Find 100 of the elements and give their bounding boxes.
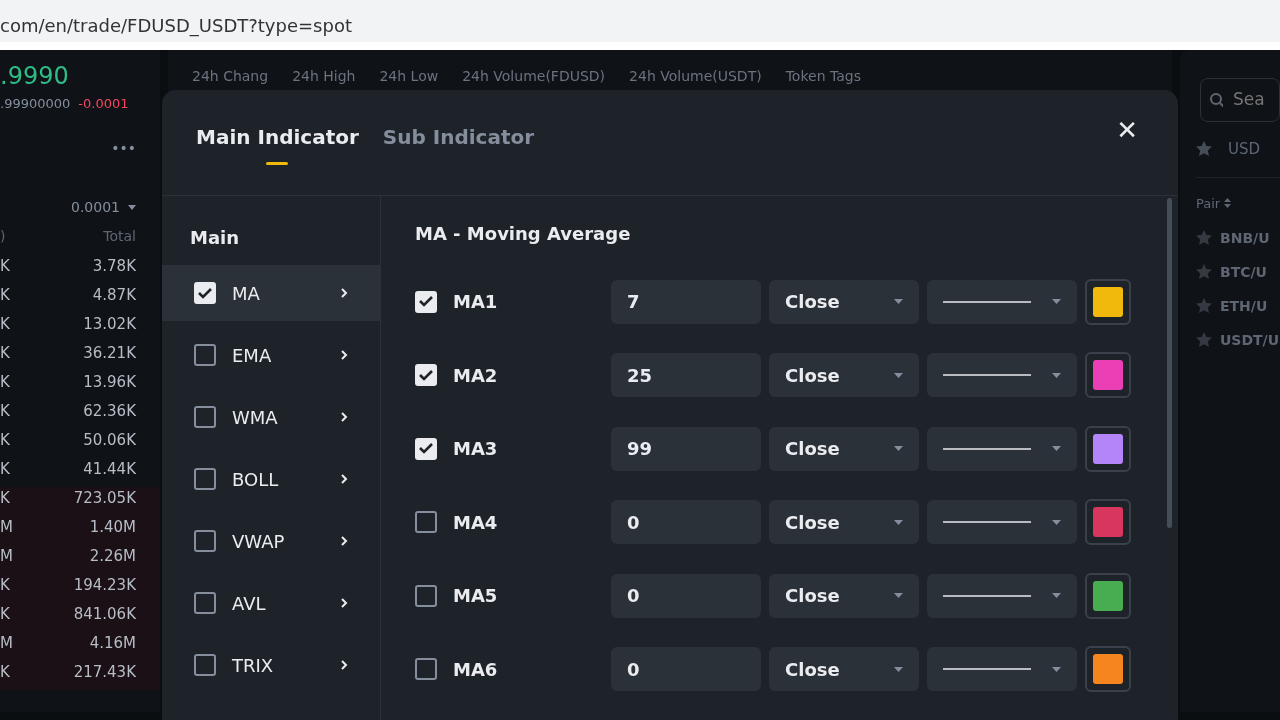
line-name: MA4 <box>453 510 499 535</box>
checkbox[interactable] <box>194 654 216 676</box>
source-select[interactable]: Close <box>769 426 919 471</box>
column-header: Total <box>103 227 136 246</box>
table-cell-text: K <box>0 285 10 306</box>
period-input[interactable]: 0 <box>611 647 761 692</box>
checkbox[interactable] <box>415 584 437 607</box>
indicator-item[interactable]: WMA <box>162 389 380 445</box>
table-cell-text: 2.26M <box>89 546 136 567</box>
line-style-select[interactable] <box>927 353 1077 398</box>
stat-label: 24h Volume(FDUSD) <box>462 67 606 86</box>
indicator-name: WMA <box>232 405 278 430</box>
table-cell-text: K <box>0 604 10 625</box>
table-cell-text: 36.21K <box>83 343 136 364</box>
indicator-item[interactable]: VWAP <box>162 513 380 569</box>
chevron-icon <box>340 535 348 547</box>
indicator-item[interactable]: MA <box>162 265 380 321</box>
line-style-select[interactable] <box>927 647 1077 692</box>
chevron-icon <box>340 473 348 485</box>
table-cell-text: K <box>0 343 10 364</box>
stat-label: 24h Chang <box>192 67 269 86</box>
table-cell-text: K <box>0 575 10 596</box>
check-icon <box>198 287 212 299</box>
close-button[interactable]: ✕ <box>1110 116 1144 144</box>
indicator-item[interactable]: TRIX <box>162 637 380 693</box>
line-name: MA5 <box>453 584 499 609</box>
source-select[interactable]: Close <box>769 500 919 545</box>
period-input[interactable]: 0 <box>611 573 761 618</box>
source-select[interactable]: Close <box>769 647 919 692</box>
scrollbar[interactable] <box>1167 198 1172 528</box>
checkbox[interactable] <box>194 468 216 490</box>
checkbox[interactable] <box>194 344 216 366</box>
checkbox[interactable] <box>415 511 437 534</box>
chevron-icon <box>340 349 348 361</box>
table-cell-text: K <box>0 372 10 393</box>
caret-icon <box>1052 519 1061 525</box>
color-picker[interactable] <box>1085 425 1131 472</box>
color-picker[interactable] <box>1085 352 1131 399</box>
stat-label: 24h High <box>292 67 356 86</box>
stat-label: 24h Low <box>379 67 439 86</box>
indicator-item[interactable]: EMA <box>162 327 380 383</box>
indicator-item[interactable]: AVL <box>162 575 380 631</box>
caret-icon <box>1052 593 1061 599</box>
star-icon[interactable] <box>1196 230 1212 246</box>
line-style-select[interactable] <box>927 500 1077 545</box>
star-icon[interactable] <box>1196 298 1212 314</box>
table-cell-text: M <box>0 633 13 654</box>
table-cell-text: 13.96K <box>83 372 136 393</box>
period-input[interactable]: 7 <box>611 279 761 324</box>
source-select[interactable]: Close <box>769 353 919 398</box>
indicator-name: TRIX <box>232 653 274 678</box>
search-box[interactable]: Sea <box>1200 78 1280 122</box>
more-icon[interactable]: ••• <box>111 138 136 159</box>
line-style-select[interactable] <box>927 573 1077 618</box>
period-input[interactable]: 99 <box>611 426 761 471</box>
checkbox[interactable] <box>194 406 216 428</box>
indicator-item[interactable]: BOLL <box>162 451 380 507</box>
indicator-name: VWAP <box>232 529 285 554</box>
table-cell-text: 41.44K <box>83 459 136 480</box>
table-cell-text: K <box>0 314 10 335</box>
table-cell-text: K <box>0 459 10 480</box>
address-url[interactable]: com/en/trade/FDUSD_USDT?type=spot <box>0 15 352 36</box>
column-header: ) <box>0 227 6 246</box>
checkbox[interactable] <box>194 592 216 614</box>
caret-icon <box>1052 299 1061 305</box>
indicator-name: MA <box>232 281 260 306</box>
caret-icon <box>894 446 903 452</box>
table-cell-text: M <box>0 546 13 567</box>
period-input[interactable]: 25 <box>611 353 761 398</box>
color-picker[interactable] <box>1085 499 1131 546</box>
table-cell-text: 4.16M <box>89 633 136 654</box>
checkbox[interactable] <box>194 530 216 552</box>
check-icon <box>419 443 433 455</box>
line-style-icon <box>943 668 1031 671</box>
table-cell-text: K <box>0 662 10 683</box>
source-select[interactable]: Close <box>769 573 919 618</box>
chevron-icon <box>340 659 348 671</box>
line-style-select[interactable] <box>927 426 1077 471</box>
line-name: MA3 <box>453 437 499 462</box>
search-field[interactable]: Sea <box>1231 86 1271 114</box>
line-style-icon <box>943 300 1031 303</box>
line-style-select[interactable] <box>927 279 1077 324</box>
star-icon[interactable] <box>1196 264 1212 280</box>
table-cell-text: M <box>0 517 13 538</box>
precision-select[interactable]: 0.0001 <box>71 197 120 218</box>
star-icon[interactable] <box>1196 332 1212 348</box>
dialog-tab[interactable]: Sub Indicator <box>382 122 535 152</box>
color-picker[interactable] <box>1085 646 1131 693</box>
period-input[interactable]: 0 <box>611 500 761 545</box>
dialog-tab[interactable]: Main Indicator <box>196 122 359 152</box>
table-cell-text: 62.36K <box>83 401 136 422</box>
sort-icon[interactable] <box>1224 198 1232 209</box>
table-cell-text: 194.23K <box>73 575 136 596</box>
caret-icon <box>894 666 903 672</box>
color-picker[interactable] <box>1085 572 1131 619</box>
chevron-icon <box>340 597 348 609</box>
color-picker[interactable] <box>1085 278 1131 325</box>
checkbox[interactable] <box>415 658 437 681</box>
star-icon[interactable] <box>1196 141 1212 158</box>
source-select[interactable]: Close <box>769 279 919 324</box>
